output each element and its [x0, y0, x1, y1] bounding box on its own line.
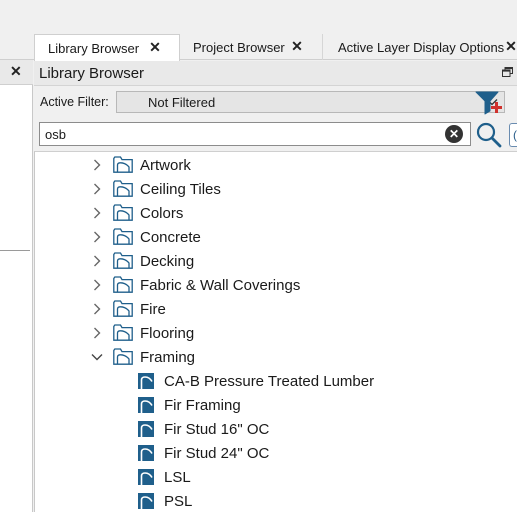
tree-folder-label: Decking [140, 252, 195, 270]
tree-folder-label: Fabric & Wall Coverings [140, 276, 301, 294]
material-folder-icon [113, 252, 133, 269]
tab-library-browser[interactable]: Library Browser ✕ [34, 34, 180, 61]
active-filter-select[interactable]: Not Filtered [116, 91, 505, 113]
tab-label: Library Browser [48, 40, 140, 56]
tree-folder-label: Fire [140, 300, 166, 318]
tree-material-row[interactable]: CA-B Pressure Treated Lumber [35, 369, 517, 393]
tree-material-row[interactable]: Fir Stud 24" OC [35, 441, 517, 465]
tab-bar: Library Browser ✕ Project Browser ✕ Acti… [0, 32, 517, 61]
tree-folder-row[interactable]: Ceiling Tiles [35, 177, 517, 201]
tree-material-label: Fir Stud 16" OC [164, 420, 270, 438]
material-icon [138, 421, 154, 437]
tab-label: Project Browser [193, 39, 285, 55]
chevron-right-icon[interactable] [91, 279, 103, 291]
tree-folder-row[interactable]: Decking [35, 249, 517, 273]
panel-header: Library Browser [34, 61, 517, 86]
active-filter-value: Not Filtered [148, 95, 216, 110]
tree-folder-label: Artwork [140, 156, 191, 174]
tree-folder-row[interactable]: Fabric & Wall Coverings [35, 273, 517, 297]
add-filter-icon[interactable] [474, 89, 504, 117]
tree-folder-label: Colors [140, 204, 184, 222]
tree-material-label: Fir Framing [164, 396, 241, 414]
divider [0, 250, 30, 251]
tab-project-browser[interactable]: Project Browser ✕ [180, 34, 323, 60]
library-tree: Artwork Ceiling Tiles Colors Concrete Deckin… [34, 151, 517, 512]
material-icon [138, 469, 154, 485]
tree-folder-row[interactable]: Fire [35, 297, 517, 321]
chevron-right-icon[interactable] [91, 327, 103, 339]
material-folder-icon [113, 348, 133, 365]
tree-folder-row[interactable]: Flooring [35, 321, 517, 345]
material-folder-icon [113, 180, 133, 197]
tree-material-label: Fir Stud 24" OC [164, 444, 270, 462]
tree-folder-row[interactable]: Framing [35, 345, 517, 369]
close-icon[interactable]: ✕ [503, 38, 517, 54]
tree-folder-label: Framing [140, 348, 196, 366]
tree-folder-label: Flooring [140, 324, 195, 342]
material-icon [138, 445, 154, 461]
tree-folder-label: Ceiling Tiles [140, 180, 221, 198]
tree-folder-row[interactable]: Colors [35, 201, 517, 225]
active-filter-label: Active Filter: [40, 95, 109, 109]
chevron-right-icon[interactable] [91, 303, 103, 315]
tab-label: Active Layer Display Options [338, 39, 505, 55]
material-icon [138, 493, 154, 509]
panel-title: Library Browser [39, 65, 145, 82]
chevron-right-icon[interactable] [91, 159, 103, 171]
chevron-right-icon[interactable] [91, 183, 103, 195]
chevron-right-icon[interactable] [91, 231, 103, 243]
tree-material-label: CA-B Pressure Treated Lumber [164, 372, 375, 390]
material-icon [138, 397, 154, 413]
filter-row: Active Filter: Not Filtered [34, 87, 517, 117]
material-folder-icon [113, 324, 133, 341]
material-folder-icon [113, 204, 133, 221]
float-window-icon[interactable] [502, 67, 513, 77]
chevron-right-icon[interactable] [91, 207, 103, 219]
search-input[interactable] [39, 122, 471, 146]
tree-folder-row[interactable]: Artwork [35, 153, 517, 177]
chevron-right-icon[interactable] [91, 255, 103, 267]
tree-material-label: LSL [164, 468, 191, 486]
tree-material-label: PSL [164, 492, 193, 510]
material-folder-icon [113, 276, 133, 293]
search-row: ✕ ( [34, 118, 517, 150]
material-folder-icon [113, 228, 133, 245]
chevron-down-icon[interactable] [91, 351, 103, 363]
material-folder-icon [113, 300, 133, 317]
tree-material-row[interactable]: Fir Stud 16" OC [35, 417, 517, 441]
tree-material-row[interactable]: Fir Framing [35, 393, 517, 417]
search-icon[interactable] [475, 121, 503, 149]
tab-active-layer-display-options[interactable]: Active Layer Display Options ✕ [325, 34, 517, 60]
material-folder-icon [113, 156, 133, 173]
material-icon [138, 373, 154, 389]
close-icon[interactable]: ✕ [10, 63, 22, 80]
tree-material-row[interactable]: PSL [35, 489, 517, 512]
top-strip [0, 0, 517, 32]
tree-material-row[interactable]: LSL [35, 465, 517, 489]
search-options-button[interactable]: ( [509, 123, 517, 147]
clear-icon[interactable]: ✕ [445, 125, 463, 143]
tree-folder-row[interactable]: Concrete [35, 225, 517, 249]
left-panel: ✕ [0, 60, 33, 512]
left-panel-header: ✕ [0, 60, 33, 85]
close-icon[interactable]: ✕ [147, 39, 163, 55]
close-icon[interactable]: ✕ [289, 38, 305, 54]
tree-folder-label: Concrete [140, 228, 201, 246]
